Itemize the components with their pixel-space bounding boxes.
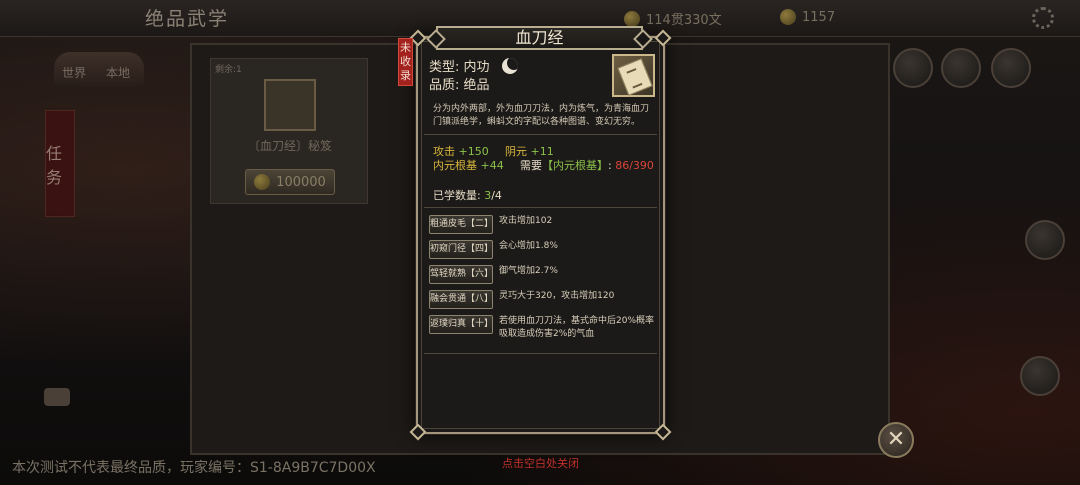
scroll-shape <box>617 58 653 96</box>
shop-item-card[interactable]: 剩余:1 〔血刀经〕秘笈 100000 <box>210 58 368 204</box>
requirement-value: 86/390 <box>615 159 654 172</box>
requirement-attribute: 【内元根基】 <box>542 159 608 172</box>
gear-icon[interactable] <box>1032 7 1054 29</box>
skill-level-effect: 若使用血刀刀法，基式命中后20%概率吸取造成伤害2%的气血 <box>499 316 655 339</box>
skill-level-button[interactable]: 驾轻就熟【六】 <box>429 265 493 284</box>
type-row: 类型: 内功 <box>429 56 490 75</box>
remaining-count: 剩余:1 <box>215 65 242 75</box>
stat-value: +44 <box>480 159 504 172</box>
learned-label: 已学数量: <box>433 189 481 202</box>
uncollected-tag: 未 收 录 <box>398 38 413 86</box>
task-tab[interactable]: 任务 <box>45 110 75 217</box>
crescent-moon-icon <box>502 58 518 74</box>
copper-amount: 114贯330文 <box>646 13 722 28</box>
divider <box>424 207 657 208</box>
close-button[interactable]: ✕ <box>878 422 914 458</box>
type-value: 内功 <box>463 60 490 75</box>
copper-coin-icon <box>624 10 640 27</box>
skill-level-effect: 灵巧大于320，攻击增加120 <box>499 291 615 301</box>
tag-char: 录 <box>400 69 411 82</box>
gold-currency: 1157 <box>780 9 835 25</box>
coin-icon <box>254 174 271 190</box>
quality-value: 绝品 <box>463 78 490 93</box>
divider <box>424 134 657 135</box>
stat-key: 内元根基 <box>433 159 477 172</box>
skill-level-button[interactable]: 返璞归真【十】 <box>429 315 493 334</box>
divider <box>424 353 657 354</box>
tag-char: 未 <box>400 41 411 54</box>
skill-level-effect: 会心增加1.8% <box>499 241 558 251</box>
requirement-prefix: 需要 <box>520 159 542 172</box>
skill-level-button[interactable]: 粗通皮毛【二】 <box>429 215 493 234</box>
test-build-notice: 本次测试不代表最终品质，玩家编号：S1-8A9B7C7D00X <box>12 460 376 476</box>
requirement-colon: : <box>608 159 612 172</box>
skill-level-effect: 攻击增加102 <box>499 216 553 226</box>
skill-level-button[interactable]: 融会贯通【八】 <box>429 290 493 309</box>
item-price: 100000 <box>276 174 326 190</box>
modal-title: 血刀经 <box>436 26 643 50</box>
tab-local[interactable]: 本地 <box>106 64 130 81</box>
side-button-2[interactable] <box>941 48 981 88</box>
tab-world[interactable]: 世界 <box>62 64 86 81</box>
side-button-5[interactable] <box>1020 356 1060 396</box>
type-label: 类型: <box>429 60 460 75</box>
tag-char: 收 <box>400 55 411 68</box>
skill-level-button[interactable]: 初窥门径【四】 <box>429 240 493 259</box>
gold-ingot-icon <box>780 9 796 25</box>
stat-root: 内元根基 +44 <box>433 157 504 173</box>
close-icon: ✕ <box>886 427 906 452</box>
quality-label: 品质: <box>429 78 460 93</box>
page-title: 绝品武学 <box>145 8 230 30</box>
chat-icon[interactable] <box>44 388 70 406</box>
manual-scroll-icon <box>612 54 655 97</box>
close-hint[interactable]: 点击空白处关闭 <box>502 455 579 471</box>
item-name: 〔血刀经〕秘笈 <box>247 139 332 153</box>
manual-book-icon <box>264 79 316 131</box>
requirement: 需要【内元根基】: 86/390 <box>520 157 654 173</box>
game-screen: 绝品武学 114贯330文 1157 世界 本地 任务 剩余:1 〔血刀经〕秘笈… <box>0 0 1080 485</box>
skill-name: 血刀经 <box>515 28 564 47</box>
skill-description: 分为内外两部，外为血刀刀法，内为炼气，为青海血刀门镇派绝学，蝌蚪文的字配以各种图… <box>433 104 650 127</box>
gold-amount: 1157 <box>802 9 836 25</box>
task-tab-label: 任务 <box>46 143 63 187</box>
side-button-3[interactable] <box>991 48 1031 88</box>
buy-button[interactable]: 100000 <box>245 169 335 195</box>
learned-count: 已学数量: 3/4 <box>433 187 502 203</box>
learned-total: /4 <box>491 189 502 202</box>
side-button-4[interactable] <box>1025 220 1065 260</box>
skill-level-effect: 御气增加2.7% <box>499 266 558 276</box>
side-button-1[interactable] <box>893 48 933 88</box>
chat-channel-tabs: 世界 本地 <box>54 52 144 86</box>
quality-row: 品质: 绝品 <box>429 74 490 93</box>
